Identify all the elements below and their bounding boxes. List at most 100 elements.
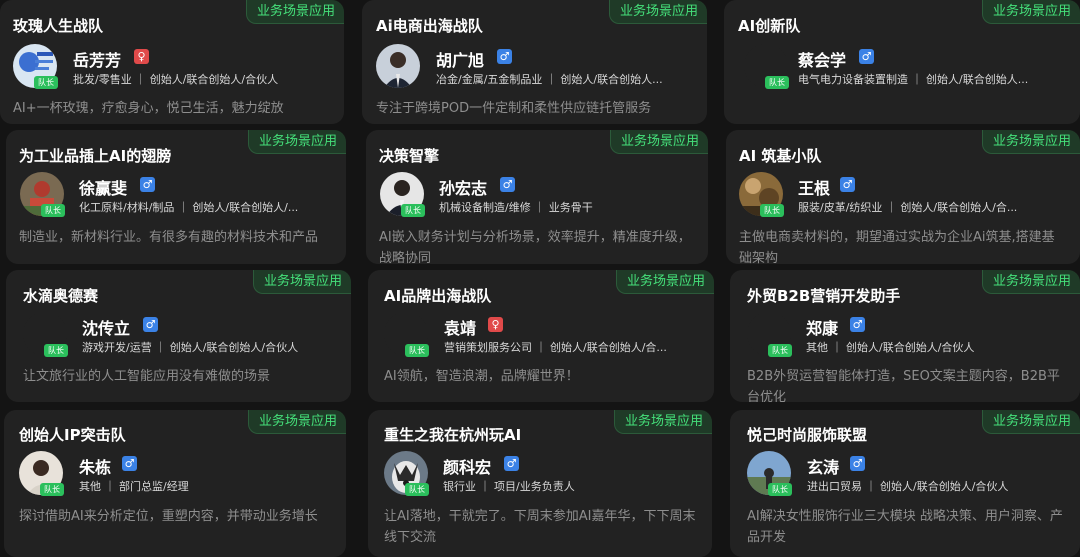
team-description: 让AI落地，干就完了。下周末参加AI嘉年华，下下周末线下交流	[384, 509, 696, 545]
male-icon: ♂	[143, 317, 158, 332]
male-icon: ♂	[840, 177, 855, 192]
team-name: 外贸B2B营销开发助手	[747, 287, 901, 305]
team-name: AI创新队	[738, 17, 801, 35]
leader-name: 王根	[798, 179, 831, 198]
leader-name: 岳芳芳	[73, 51, 122, 70]
team-card[interactable]: 业务场景应用 决策智擎 队长 孙宏志 ♂ 机械设备制造/维修 ｜ 业务骨干 AI…	[366, 130, 708, 264]
team-card[interactable]: 业务场景应用 AI 筑基小队 队长 王根 ♂ 服装/皮革/纺织业 ｜ 创始人/联…	[726, 130, 1080, 264]
team-description: AI嵌入财务计划与分析场景，效率提升，精准度升级，战略协同	[379, 230, 691, 264]
team-name: 悦己时尚服饰联盟	[747, 426, 868, 444]
team-name: 为工业品插上AI的翅膀	[19, 147, 172, 165]
scenario-tag: 业务场景应用	[613, 410, 712, 434]
scenario-tag: 业务场景应用	[609, 130, 708, 154]
leader-badge: 队长	[405, 344, 429, 357]
leader-badge: 队长	[44, 344, 68, 357]
leader-badge: 队长	[40, 483, 64, 496]
leader-badge: 队长	[765, 76, 789, 89]
team-name: AI品牌出海战队	[384, 287, 492, 305]
leader-meta: 电气电力设备装置制造 ｜ 创始人/联合创始人...	[798, 73, 1029, 86]
avatar: 队长	[747, 451, 792, 496]
leader-name: 徐赢斐	[79, 179, 128, 198]
avatar: 队长	[20, 172, 65, 217]
leader-name: 胡广旭	[436, 51, 485, 70]
scenario-tag: 业务场景应用	[608, 0, 707, 24]
scenario-tag: 业务场景应用	[252, 270, 351, 294]
avatar: 队长	[384, 312, 429, 357]
female-icon: ♀	[134, 49, 149, 64]
leader-meta: 银行业 ｜ 项目/业务负责人	[443, 480, 575, 493]
team-description: 制造业，新材料行业。有很多有趣的材料技术和产品	[19, 230, 319, 245]
avatar: 队长	[23, 312, 68, 357]
leader-meta: 机械设备制造/维修 ｜ 业务骨干	[439, 201, 593, 214]
avatar: 队长	[380, 172, 425, 217]
avatar: 队长	[747, 312, 792, 357]
team-card[interactable]: 业务场景应用 AI品牌出海战队 队长 袁靖 ♀ 营销策划服务公司 ｜ 创始人/联…	[368, 270, 714, 402]
scenario-tag: 业务场景应用	[247, 410, 346, 434]
leader-badge: 队长	[34, 76, 58, 89]
male-icon: ♂	[140, 177, 155, 192]
team-card[interactable]: 业务场景应用 重生之我在杭州玩AI 队长 颜科宏 ♂ 银行业 ｜ 项目/业务负责…	[368, 410, 712, 557]
leader-name: 蔡会学	[798, 51, 847, 70]
team-name: 玫瑰人生战队	[13, 17, 104, 35]
team-name: AI 筑基小队	[739, 147, 822, 165]
scenario-tag: 业务场景应用	[615, 270, 714, 294]
team-name: 决策智擎	[379, 147, 440, 165]
avatar: 队长	[384, 451, 429, 496]
scenario-tag: 业务场景应用	[981, 130, 1080, 154]
leader-name: 袁靖	[444, 319, 477, 338]
leader-name: 朱栋	[79, 458, 112, 477]
team-description: AI+一杯玫瑰，疗愈身心，悦己生活，魅力绽放	[13, 101, 284, 116]
leader-name: 孙宏志	[439, 179, 488, 198]
leader-meta: 其他 ｜ 创始人/联合创始人/合伙人	[806, 341, 975, 354]
leader-badge: 队长	[401, 204, 425, 217]
leader-badge: 队长	[405, 483, 429, 496]
team-card[interactable]: 业务场景应用 为工业品插上AI的翅膀 队长 徐赢斐 ♂ 化工原料/材料/制品 ｜…	[6, 130, 346, 264]
team-card-grid: 业务场景应用 玫瑰人生战队 队长 岳芳芳 ♀ 批发/零售业 ｜ 创始人/联合创始…	[0, 0, 1080, 557]
avatar	[376, 44, 420, 88]
team-description: 让文旅行业的人工智能应用没有难做的场景	[23, 369, 271, 384]
leader-meta: 服装/皮革/纺织业 ｜ 创始人/联合创始人/合...	[798, 201, 1018, 214]
team-name: 创始人IP突击队	[19, 426, 126, 444]
team-name: 水滴奥德赛	[23, 287, 99, 305]
team-card[interactable]: 业务场景应用 外贸B2B营销开发助手 队长 郑康 ♂ 其他 ｜ 创始人/联合创始…	[730, 270, 1080, 402]
leader-badge: 队长	[760, 204, 784, 217]
leader-meta: 进出口贸易 ｜ 创始人/联合创始人/合伙人	[807, 480, 1009, 493]
leader-meta: 其他 ｜ 部门总监/经理	[79, 480, 189, 493]
team-description: AI领航，智造浪潮，品牌耀世界！	[384, 369, 579, 384]
team-description: 专注于跨境POD一件定制和柔性供应链托管服务	[376, 101, 652, 116]
male-icon: ♂	[500, 177, 515, 192]
team-card[interactable]: 业务场景应用 水滴奥德赛 队长 沈传立 ♂ 游戏开发/运营 ｜ 创始人/联合创始…	[6, 270, 351, 402]
male-icon: ♂	[504, 456, 519, 471]
leader-badge: 队长	[41, 204, 65, 217]
male-icon: ♂	[497, 49, 512, 64]
avatar: 队长	[744, 44, 789, 89]
team-card[interactable]: 业务场景应用 悦己时尚服饰联盟 队长 玄涛 ♂ 进出口贸易 ｜ 创始人/联合创始…	[730, 410, 1080, 557]
avatar: 队长	[19, 451, 64, 496]
leader-badge: 队长	[768, 483, 792, 496]
leader-badge: 队长	[768, 344, 792, 357]
team-description: B2B外贸运营智能体打造，SEO文案主题内容，B2B平台优化	[747, 369, 1060, 402]
scenario-tag: 业务场景应用	[245, 0, 344, 24]
scenario-tag: 业务场景应用	[981, 0, 1080, 24]
team-card[interactable]: 业务场景应用 AI创新队 队长 蔡会学 ♂ 电气电力设备装置制造 ｜ 创始人/联…	[724, 0, 1080, 124]
leader-meta: 化工原料/材料/制品 ｜ 创始人/联合创始人/...	[79, 201, 299, 214]
leader-meta: 批发/零售业 ｜ 创始人/联合创始人/合伙人	[73, 73, 279, 86]
scenario-tag: 业务场景应用	[981, 410, 1080, 434]
male-icon: ♂	[850, 317, 865, 332]
team-description: AI解决女性服饰行业三大模块 战略决策、用户洞察、产品开发	[747, 509, 1063, 545]
leader-name: 郑康	[806, 319, 839, 338]
leader-name: 玄涛	[807, 458, 840, 477]
team-name: 重生之我在杭州玩AI	[384, 426, 522, 444]
male-icon: ♂	[122, 456, 137, 471]
avatar: 队长	[739, 172, 784, 217]
team-card[interactable]: 业务场景应用 Ai电商出海战队 胡广旭 ♂ 冶金/金属/五金制品业 ｜ 创始人/…	[362, 0, 707, 124]
leader-meta: 冶金/金属/五金制品业 ｜ 创始人/联合创始人...	[436, 73, 663, 86]
leader-name: 沈传立	[82, 319, 131, 338]
team-card[interactable]: 业务场景应用 玫瑰人生战队 队长 岳芳芳 ♀ 批发/零售业 ｜ 创始人/联合创始…	[0, 0, 344, 124]
team-card[interactable]: 业务场景应用 创始人IP突击队 队长 朱栋 ♂ 其他 ｜ 部门总监/经理 探讨借…	[4, 410, 346, 557]
male-icon: ♂	[850, 456, 865, 471]
leader-meta: 营销策划服务公司 ｜ 创始人/联合创始人/合...	[444, 341, 667, 354]
team-description: 主做电商卖材料的，期望通过实战为企业Ai筑基,搭建基础架构	[739, 230, 1055, 264]
avatar: 队长	[13, 44, 58, 89]
male-icon: ♂	[859, 49, 874, 64]
